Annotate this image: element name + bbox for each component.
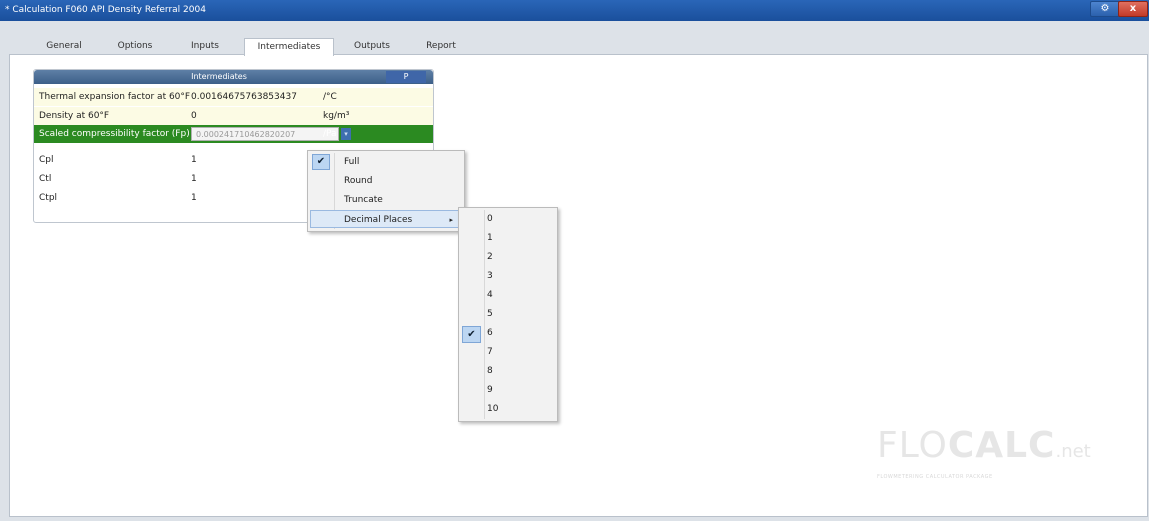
logo-net: .net — [1055, 441, 1091, 462]
row-value: 1 — [191, 193, 197, 203]
decimal-option-8[interactable]: 8 — [461, 362, 556, 381]
menu-item-round[interactable]: Round — [310, 172, 462, 190]
option-label: 1 — [487, 233, 493, 243]
option-label: 7 — [487, 347, 493, 357]
flocalc-logo: FLOCALC.net — [877, 425, 1091, 466]
tab-strip-active: Intermediates Outputs Report — [8, 38, 1148, 56]
row-value: 1 — [191, 155, 197, 165]
decimal-option-5[interactable]: 5 — [461, 305, 556, 324]
menu-item-truncate[interactable]: Truncate — [310, 191, 462, 209]
settings-button[interactable]: ⚙ — [1090, 1, 1120, 17]
row-label: Scaled compressibility factor (Fp) — [39, 129, 190, 139]
row-value: 0.00164675763853437 — [191, 92, 297, 102]
option-label: 2 — [487, 252, 493, 262]
decimal-option-6[interactable]: ✔ 6 — [461, 324, 556, 343]
decimal-option-9[interactable]: 9 — [461, 381, 556, 400]
submenu-arrow-icon: ▸ — [449, 216, 453, 224]
format-context-menu: ✔ Full Round Truncate Decimal Places ▸ — [307, 150, 465, 232]
option-label: 9 — [487, 385, 493, 395]
row-value: 0 — [191, 111, 197, 121]
option-label: 3 — [487, 271, 493, 281]
decimal-option-10[interactable]: 10 — [461, 400, 556, 419]
tab-outputs[interactable]: Outputs — [342, 38, 402, 54]
fp-value-field[interactable]: 0.000241710462820207 — [191, 127, 339, 141]
row-unit: /Pa — [323, 129, 337, 139]
decimal-option-1[interactable]: 1 — [461, 229, 556, 248]
decimal-option-4[interactable]: 4 — [461, 286, 556, 305]
decimal-option-7[interactable]: 7 — [461, 343, 556, 362]
format-menu-button[interactable]: ▾ — [341, 128, 351, 140]
title-bar: * Calculation F060 API Density Referral … — [0, 0, 1149, 21]
row-thermal-expansion[interactable]: Thermal expansion factor at 60°F 0.00164… — [34, 88, 433, 106]
tab-intermediates[interactable]: Intermediates — [244, 38, 334, 56]
logo-tagline: FLOWMETERING CALCULATOR PACKAGE — [877, 474, 993, 480]
menu-item-label: Truncate — [344, 195, 383, 205]
option-label: 10 — [487, 404, 499, 414]
row-unit: kg/m³ — [323, 111, 350, 121]
row-label: Ctl — [39, 174, 52, 184]
tab-report[interactable]: Report — [413, 38, 469, 54]
check-icon: ✔ — [462, 326, 481, 343]
decimal-option-2[interactable]: 2 — [461, 248, 556, 267]
menu-item-label: Decimal Places — [344, 215, 413, 225]
window-title: * Calculation F060 API Density Referral … — [5, 5, 206, 15]
option-label: 4 — [487, 290, 493, 300]
close-button[interactable]: x — [1118, 1, 1148, 17]
menu-item-decimal-places[interactable]: Decimal Places ▸ — [310, 210, 462, 228]
row-value: 1 — [191, 174, 197, 184]
logo-flo: FLO — [877, 425, 948, 466]
menu-item-label: Full — [344, 157, 360, 167]
check-icon: ✔ — [312, 154, 330, 170]
option-label: 0 — [487, 214, 493, 224]
decimal-places-submenu: 0 1 2 3 4 5 ✔ 6 7 8 9 10 — [458, 207, 558, 422]
decimal-option-0[interactable]: 0 — [461, 210, 556, 229]
menu-item-label: Round — [344, 176, 373, 186]
row-label: Ctpl — [39, 193, 58, 203]
logo-calc: CALC — [947, 425, 1056, 466]
gear-icon: ⚙ — [1100, 3, 1110, 14]
option-label: 5 — [487, 309, 493, 319]
decimal-option-3[interactable]: 3 — [461, 267, 556, 286]
row-label: Thermal expansion factor at 60°F — [39, 92, 191, 102]
menu-item-full[interactable]: ✔ Full — [310, 153, 462, 171]
option-label: 8 — [487, 366, 493, 376]
p-column-header[interactable]: P — [386, 71, 426, 83]
close-icon: x — [1129, 3, 1137, 14]
row-density[interactable]: Density at 60°F 0 kg/m³ — [34, 107, 433, 125]
option-label: 6 — [487, 328, 493, 338]
panel-header: Intermediates P — [34, 70, 433, 84]
row-scaled-compressibility[interactable]: Scaled compressibility factor (Fp) 0.000… — [34, 125, 433, 143]
row-label: Cpl — [39, 155, 54, 165]
row-unit: /°C — [323, 92, 337, 102]
panel-title: Intermediates — [191, 72, 247, 81]
row-label: Density at 60°F — [39, 111, 110, 121]
